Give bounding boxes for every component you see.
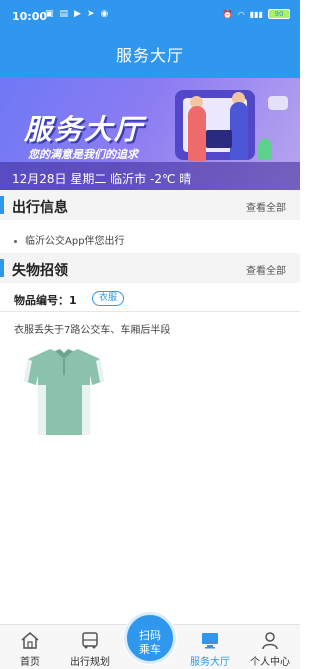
- view-all-travel-link[interactable]: 查看全部: [246, 199, 286, 214]
- divider: [0, 311, 300, 312]
- scan-label-line2: 乘车: [139, 643, 161, 656]
- lost-found-header: 失物招领 查看全部: [0, 253, 300, 283]
- scan-to-ride-button[interactable]: 扫码 乘车: [124, 612, 176, 664]
- person-illustration: [230, 102, 248, 160]
- banner-slogan: 您的满意是我们的追求: [28, 148, 138, 161]
- nav-trip-planning[interactable]: 出行规划: [60, 625, 120, 669]
- nav-label: 个人中心: [250, 657, 290, 668]
- top-bar: 10:00 ▣ ▤ ▶ ➤ ◉ ⏰ ◠ ▮▮▮ 90 服务大厅: [0, 0, 300, 78]
- banner-headline: 服务大厅: [24, 113, 145, 146]
- status-right-icons: ⏰ ◠ ▮▮▮ 90: [223, 9, 290, 19]
- alarm-icon: ⏰: [222, 9, 233, 19]
- lost-item-shirt-image[interactable]: [22, 345, 106, 437]
- section-accent-bar: [0, 196, 4, 214]
- chat-bubble-illustration: [268, 96, 288, 110]
- travel-news-item[interactable]: 临沂公交App伴您出行: [14, 232, 125, 247]
- nav-label: 出行规划: [70, 657, 110, 668]
- page-title: 服务大厅: [115, 46, 184, 65]
- status-bar: 10:00 ▣ ▤ ▶ ➤ ◉ ⏰ ◠ ▮▮▮ 90: [0, 0, 300, 30]
- section-title: 失物招领: [12, 263, 68, 279]
- nav-label: 服务大厅: [190, 657, 230, 668]
- signal-icon: ▮▮▮: [249, 9, 263, 19]
- plant-illustration: [258, 138, 272, 160]
- nav-service-hall[interactable]: 服务大厅: [180, 625, 240, 669]
- banner[interactable]: 服务大厅 您的满意是我们的追求 12月28日 星期二 临沂市 -2℃ 晴: [0, 78, 300, 190]
- nav-label: 首页: [20, 657, 40, 668]
- section-accent-bar: [0, 259, 4, 277]
- person-illustration: [188, 106, 206, 161]
- person-icon: [262, 632, 278, 650]
- lost-item-description: 衣服丢失于7路公交车、车厢后半段: [14, 325, 171, 336]
- bus-icon: [82, 632, 98, 649]
- section-title: 出行信息: [12, 200, 68, 216]
- nav-home[interactable]: 首页: [0, 625, 60, 669]
- arrow-icon: ➤: [86, 9, 95, 19]
- laptop-illustration: [206, 130, 232, 148]
- battery-level: 90: [274, 10, 284, 18]
- notification-icon: ▣: [45, 9, 54, 19]
- nav-personal-center[interactable]: 个人中心: [240, 625, 300, 669]
- news-text: 临沂公交App伴您出行: [25, 236, 125, 247]
- play-icon: ▶: [74, 9, 81, 19]
- monitor-icon: [202, 633, 218, 649]
- location-icon: ◉: [100, 9, 109, 19]
- battery-icon: 90: [268, 9, 290, 19]
- bullet-icon: [14, 239, 17, 243]
- home-icon: [21, 632, 39, 649]
- date-weather-info: 12月28日 星期二 临沂市 -2℃ 晴: [12, 172, 192, 186]
- view-all-lost-found-link[interactable]: 查看全部: [246, 262, 286, 277]
- travel-info-header: 出行信息 查看全部: [0, 190, 300, 220]
- item-number: 物品编号：1: [14, 294, 77, 307]
- category-tag: 衣服: [92, 291, 125, 306]
- wifi-icon: ◠: [237, 9, 245, 19]
- status-left-icons: ▣ ▤ ▶ ➤ ◉: [45, 9, 108, 19]
- status-time: 10:00: [12, 10, 48, 23]
- image-icon: ▤: [59, 9, 69, 19]
